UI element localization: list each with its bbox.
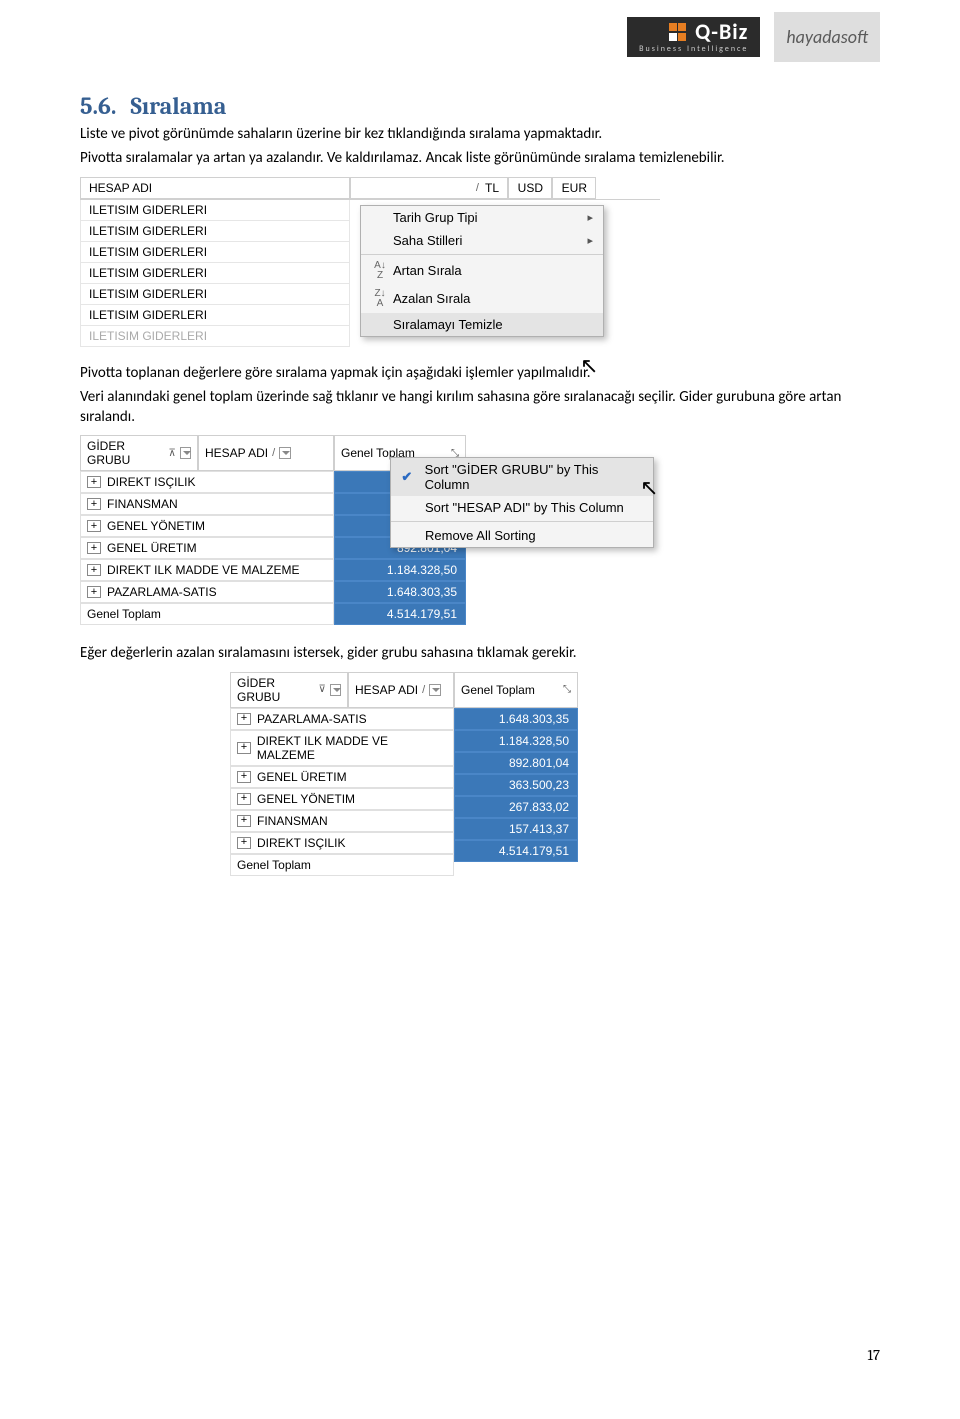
list-row[interactable]: ILETISIM GIDERLERI	[80, 305, 350, 326]
col-gider-grubu[interactable]: GİDER GRUBU⊼	[80, 435, 198, 471]
paragraph-5: Eğer değerlerin azalan sıralamasını iste…	[80, 643, 880, 663]
screenshot-pivot-descending: GİDER GRUBU⊽ HESAP ADI/ Genel Toplam⤡ +P…	[230, 672, 670, 876]
pivot-value[interactable]: 1.184.328,50	[454, 730, 578, 752]
list-row[interactable]: ILETISIM GIDERLERI	[80, 263, 350, 284]
pivot-value[interactable]: 267.833,02	[454, 796, 578, 818]
expand-icon[interactable]: +	[237, 771, 251, 783]
sort-asc-icon: A↓Z	[367, 261, 393, 281]
menu-sort-gider-grubu[interactable]: ✔Sort "GİDER GRUBU" by This Column	[391, 458, 653, 496]
menu-tarih-grup-tipi[interactable]: Tarih Grup Tipi	[361, 206, 603, 229]
list-row[interactable]: ILETISIM GIDERLERI	[80, 221, 350, 242]
paragraph-4: Veri alanındaki genel toplam üzerinde sa…	[80, 387, 880, 428]
pivot-row[interactable]: +FINANSMAN	[230, 810, 454, 832]
section-heading: 5.6.Sıralama	[80, 92, 880, 120]
expand-icon[interactable]: +	[87, 498, 101, 510]
pivot-row[interactable]: +DIREKT ISÇILIK	[230, 832, 454, 854]
pin-icon: ⤡	[563, 684, 571, 695]
pivot-row[interactable]: +PAZARLAMA-SATIS	[230, 708, 454, 730]
pivot-grand-total-label: Genel Toplam	[230, 854, 454, 876]
pivot-value[interactable]: 157.413,37	[454, 818, 578, 840]
pivot-row[interactable]: +PAZARLAMA-SATIS	[80, 581, 334, 603]
paragraph-1: Liste ve pivot görünümde sahaların üzeri…	[80, 124, 880, 144]
pivot-grand-total-value: 4.514.179,51	[454, 840, 578, 862]
screenshot-pivot-ascending: GİDER GRUBU⊼ HESAP ADI/ Genel Toplam⤡ +D…	[80, 435, 650, 625]
menu-saha-stilleri[interactable]: Saha Stilleri	[361, 229, 603, 252]
expand-icon[interactable]: +	[237, 713, 251, 725]
qbiz-logo-sub: Business Intelligence	[639, 45, 748, 53]
menu-azalan-sirala[interactable]: Z↓AAzalan Sırala	[361, 285, 603, 313]
list-row[interactable]: ILETISIM GIDERLERI	[80, 200, 350, 221]
paragraph-2: Pivotta sıralamalar ya artan ya azalandı…	[80, 148, 880, 168]
filter-icon[interactable]	[429, 684, 441, 696]
page-header: Q-Biz Business Intelligence hayadasoft	[80, 0, 880, 62]
sort-asc-icon: ⊼	[169, 448, 176, 459]
col-hesap-adi[interactable]: HESAP ADI/	[198, 435, 334, 471]
expand-icon[interactable]: +	[87, 586, 101, 598]
pivot-grand-total-label: Genel Toplam	[80, 603, 334, 625]
filter-icon[interactable]	[330, 684, 341, 696]
col-gider-grubu[interactable]: GİDER GRUBU⊽	[230, 672, 348, 708]
cursor-icon: ↖	[640, 475, 658, 501]
qbiz-logo: Q-Biz Business Intelligence	[627, 17, 760, 57]
cursor-icon: ↖	[580, 353, 598, 379]
filter-icon[interactable]	[180, 447, 191, 459]
list-row[interactable]: ILETISIM GIDERLERI	[80, 284, 350, 305]
sort-desc-icon: ⊽	[319, 684, 326, 695]
expand-icon[interactable]: +	[237, 837, 251, 849]
pivot-value[interactable]: 1.184.328,50	[334, 559, 466, 581]
pivot-value[interactable]: 1.648.303,35	[454, 708, 578, 730]
menu-siralamayi-temizle[interactable]: Sıralamayı Temizle	[361, 313, 603, 336]
check-icon: ✔	[397, 469, 417, 485]
col-genel-toplam[interactable]: Genel Toplam⤡	[454, 672, 578, 708]
pivot-grand-total-value: 4.514.179,51	[334, 603, 466, 625]
pivot-row[interactable]: +DIREKT ILK MADDE VE MALZEME	[230, 730, 454, 766]
expand-icon[interactable]: +	[87, 542, 101, 554]
context-menu: Tarih Grup Tipi Saha Stilleri A↓ZArtan S…	[360, 205, 604, 337]
list-row[interactable]: ILETISIM GIDERLERI	[80, 326, 350, 347]
pivot-value[interactable]: 363.500,23	[454, 774, 578, 796]
pivot-row[interactable]: +GENEL YÖNETIM	[230, 788, 454, 810]
pivot-row[interactable]: +GENEL ÜRETIM	[230, 766, 454, 788]
menu-remove-sorting[interactable]: Remove All Sorting	[391, 524, 653, 547]
expand-icon[interactable]: +	[87, 520, 101, 532]
list-row[interactable]: ILETISIM GIDERLERI	[80, 242, 350, 263]
expand-icon[interactable]: +	[87, 476, 101, 488]
pivot-value[interactable]: 1.648.303,35	[334, 581, 466, 603]
expand-icon[interactable]: +	[237, 815, 251, 827]
col-hesap-adi[interactable]: HESAP ADI	[80, 177, 350, 199]
expand-icon[interactable]: +	[87, 564, 101, 576]
pivot-value[interactable]: 892.801,04	[454, 752, 578, 774]
expand-icon[interactable]: +	[237, 793, 251, 805]
menu-sort-hesap-adi[interactable]: Sort "HESAP ADI" by This Column	[391, 496, 653, 519]
paragraph-3: Pivotta toplanan değerlere göre sıralama…	[80, 363, 880, 383]
sort-desc-icon: Z↓A	[367, 289, 393, 309]
filter-icon[interactable]	[279, 447, 291, 459]
pivot-row[interactable]: +FINANSMAN	[80, 493, 334, 515]
qbiz-logo-text: Q-Biz	[695, 21, 748, 43]
pivot-row[interactable]: +DIREKT ILK MADDE VE MALZEME	[80, 559, 334, 581]
hayadasoft-logo: hayadasoft	[774, 12, 880, 62]
col-hesap-adi[interactable]: HESAP ADI/	[348, 672, 454, 708]
page-number: 17	[868, 1346, 880, 1364]
pivot-row[interactable]: +GENEL ÜRETIM	[80, 537, 334, 559]
col-eur[interactable]: EUR	[552, 177, 596, 199]
expand-icon[interactable]: +	[237, 742, 251, 754]
menu-artan-sirala[interactable]: A↓ZArtan Sırala	[361, 257, 603, 285]
col-usd[interactable]: USD	[508, 177, 552, 199]
pivot-row[interactable]: +GENEL YÖNETIM	[80, 515, 334, 537]
screenshot-list-sort: HESAP ADI /TL USD EUR ILETISIM GIDERLERI…	[80, 177, 660, 347]
pivot-row[interactable]: +DIREKT ISÇILIK	[80, 471, 334, 493]
col-tl[interactable]: /TL	[350, 177, 508, 199]
context-menu: ✔Sort "GİDER GRUBU" by This Column Sort …	[390, 457, 654, 548]
